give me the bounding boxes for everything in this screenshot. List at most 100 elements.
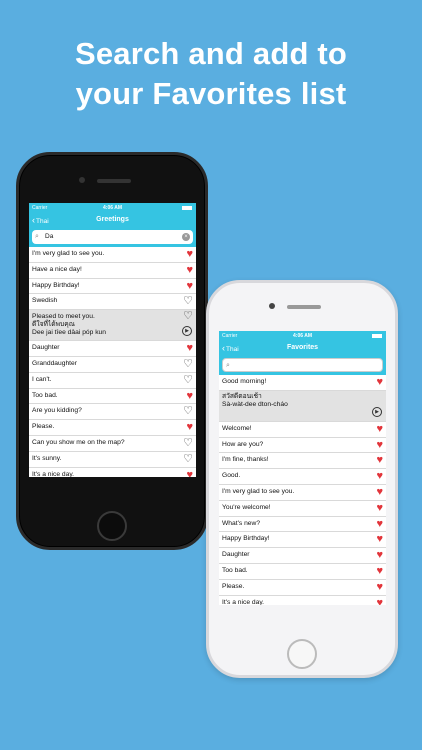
outline-heart-icon[interactable]: ♡	[183, 311, 193, 322]
battery-icon	[182, 206, 192, 210]
search-input[interactable]: ⌕	[222, 358, 383, 372]
phrase-text: Good morning!	[222, 378, 267, 385]
filled-heart-icon[interactable]: ♥	[376, 550, 383, 561]
favorites-screen: Carrier 4:06 AM ‹Thai Favorites ⌕ Good m…	[219, 331, 386, 605]
headline-line-1: Search and add to	[74, 36, 348, 71]
list-item[interactable]: It's sunny. ♡	[29, 452, 196, 468]
clear-icon[interactable]: ×	[182, 233, 190, 241]
outline-heart-icon[interactable]: ♡	[183, 358, 193, 370]
phrase-text: Pleased to meet you.	[32, 313, 95, 321]
list-item[interactable]: What's new? ♥	[219, 517, 386, 533]
list-item[interactable]: It's a nice day. ♥	[29, 468, 196, 477]
play-icon[interactable]: ▶	[372, 406, 382, 417]
romanization: Sà-wàt-dee dton-cháo	[222, 400, 288, 408]
list-item[interactable]: Swedish ♡	[29, 294, 196, 311]
outline-heart-icon[interactable]: ♡	[183, 437, 193, 449]
filled-heart-icon[interactable]: ♥	[186, 390, 193, 402]
search-icon: ⌕	[35, 233, 39, 240]
phrase-text: Too bad.	[32, 391, 58, 399]
phrase-text: I can't.	[32, 375, 52, 383]
list-item[interactable]: Good. ♥	[219, 469, 386, 485]
list-item[interactable]: Please. ♥	[219, 580, 386, 596]
headline: Search and add to your Favorites list	[0, 34, 422, 114]
filled-heart-icon[interactable]: ♥	[376, 534, 383, 545]
filled-heart-icon[interactable]: ♥	[186, 343, 193, 354]
phrase-text: Daughter	[222, 551, 250, 559]
search-value: Da	[45, 233, 54, 240]
list-item[interactable]: Welcome! ♥	[219, 422, 386, 438]
filled-heart-icon[interactable]: ♥	[186, 280, 193, 292]
phrase-text: Welcome!	[222, 424, 252, 432]
filled-heart-icon[interactable]: ♥	[376, 471, 383, 482]
outline-heart-icon[interactable]: ♡	[183, 374, 193, 386]
filled-heart-icon[interactable]: ♥	[376, 597, 383, 605]
filled-heart-icon[interactable]: ♥	[376, 455, 383, 466]
outline-heart-icon[interactable]: ♡	[183, 453, 193, 465]
filled-heart-icon[interactable]: ♥	[186, 422, 193, 433]
list-item[interactable]: Are you kidding? ♡	[29, 404, 196, 421]
phrase-text: How are you?	[222, 440, 264, 448]
phrase-list: I'm very glad to see you. ♥ Have a nice da…	[29, 247, 196, 477]
headline-line-2: your Favorites list	[75, 76, 347, 111]
phrase-text: Please.	[222, 582, 245, 590]
filled-heart-icon[interactable]: ♥	[376, 439, 383, 451]
status-time: 4:06 AM	[293, 333, 312, 339]
earpiece-speaker	[97, 179, 131, 183]
filled-heart-icon[interactable]: ♥	[186, 264, 193, 276]
phrase-text: Happy Birthday!	[222, 535, 270, 543]
list-item[interactable]: It's a nice day. ♥	[219, 596, 386, 605]
list-item[interactable]: Happy Birthday! ♥	[29, 279, 196, 295]
phrase-text: Good.	[222, 472, 241, 480]
list-item[interactable]: Too bad. ♥	[29, 389, 196, 405]
list-item[interactable]: I'm fine, thanks! ♥	[219, 453, 386, 470]
filled-heart-icon[interactable]: ♥	[186, 249, 193, 260]
filled-heart-icon[interactable]: ♥	[376, 377, 383, 388]
expanded-list-item[interactable]: Pleased to meet you. ดีใจที่ได้พบคุณ Dee j…	[29, 310, 196, 342]
filled-heart-icon[interactable]: ♥	[376, 486, 383, 498]
phrase-text: Are you kidding?	[32, 407, 82, 415]
front-camera	[79, 177, 85, 183]
filled-heart-icon[interactable]: ♥	[376, 581, 383, 593]
filled-heart-icon[interactable]: ♥	[376, 565, 383, 577]
list-item[interactable]: Daughter ♥	[29, 341, 196, 357]
home-button[interactable]	[97, 511, 127, 541]
nav-bar: ‹Thai Favorites	[219, 341, 386, 355]
list-item[interactable]: Too bad. ♥	[219, 564, 386, 580]
expanded-list-item[interactable]: สวัสดีตอนเช้า Sà-wàt-dee dton-cháo ▶	[219, 390, 386, 422]
phrase-text: It's a nice day.	[222, 598, 265, 605]
nav-title: Greetings	[96, 216, 129, 223]
phrase-text: I'm very glad to see you.	[32, 250, 105, 257]
list-item[interactable]: How are you? ♥	[219, 438, 386, 454]
list-item[interactable]: Can you show me on the map? ♡	[29, 436, 196, 452]
search-bar: ⌕	[219, 355, 386, 375]
list-item[interactable]: Daughter ♥	[219, 548, 386, 564]
list-item[interactable]: I'm very glad to see you. ♥	[219, 485, 386, 501]
list-item[interactable]: Please. ♥	[29, 420, 196, 436]
phrase-text: Please.	[32, 423, 55, 431]
list-item[interactable]: Happy Birthday! ♥	[219, 532, 386, 549]
filled-heart-icon[interactable]: ♥	[186, 469, 193, 477]
status-bar: Carrier 4:06 AM	[219, 331, 386, 341]
search-input[interactable]: ⌕ Da ×	[32, 230, 193, 244]
outline-heart-icon[interactable]: ♡	[183, 296, 193, 307]
phrase-text: Happy Birthday!	[32, 281, 80, 289]
home-button[interactable]	[287, 639, 317, 669]
earpiece-speaker	[287, 305, 321, 309]
phrase-text: It's sunny.	[32, 454, 62, 462]
phrase-text: Have a nice day!	[32, 265, 82, 273]
search-bar: ⌕ Da ×	[29, 227, 196, 247]
outline-heart-icon[interactable]: ♡	[183, 406, 193, 417]
list-item[interactable]: Granddaughter ♡	[29, 357, 196, 373]
list-item[interactable]: Good morning! ♥	[219, 375, 386, 391]
phrase-text: Too bad.	[222, 566, 248, 574]
thai-translation: ดีใจที่ได้พบคุณ	[32, 321, 75, 329]
list-item[interactable]: I can't. ♡	[29, 373, 196, 389]
filled-heart-icon[interactable]: ♥	[376, 423, 383, 435]
list-item[interactable]: I'm very glad to see you. ♥	[29, 247, 196, 263]
phone-greetings: Carrier 4:06 AM ‹Thai Greetings ⌕ Da × I…	[16, 152, 208, 550]
list-item[interactable]: You're welcome! ♥	[219, 501, 386, 517]
filled-heart-icon[interactable]: ♥	[376, 502, 383, 514]
nav-title: Favorites	[286, 344, 319, 351]
filled-heart-icon[interactable]: ♥	[376, 518, 383, 530]
list-item[interactable]: Have a nice day! ♥	[29, 263, 196, 279]
